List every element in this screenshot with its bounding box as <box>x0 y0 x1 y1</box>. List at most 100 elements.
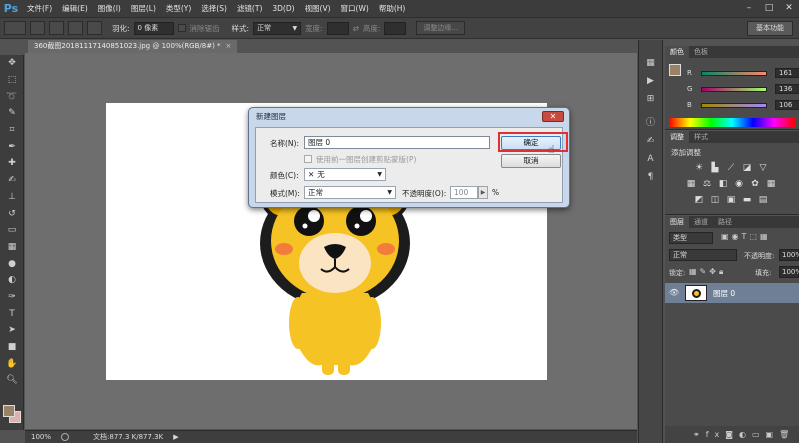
minimize-button[interactable]: – <box>739 0 759 17</box>
layer-name-input[interactable]: 图层 0 <box>304 136 490 149</box>
shape-tool-icon[interactable]: ■ <box>0 339 24 356</box>
menu-filter[interactable]: 滤镜(T) <box>232 0 267 17</box>
tab-layers[interactable]: 图层 <box>665 216 689 228</box>
bw-icon[interactable]: ◧ <box>715 178 731 190</box>
tab-swatches[interactable]: 色板 <box>689 46 713 58</box>
menu-help[interactable]: 帮助(H) <box>374 0 411 17</box>
blue-track[interactable] <box>701 102 767 108</box>
close-tab-icon[interactable]: × <box>226 42 232 50</box>
maximize-button[interactable]: □ <box>759 0 779 17</box>
info-icon[interactable] <box>61 433 70 441</box>
info-panel-icon[interactable]: ⓘ <box>639 114 662 132</box>
menu-select[interactable]: 选择(S) <box>196 0 232 17</box>
red-value[interactable]: 161 <box>775 68 799 78</box>
foreground-color-swatch[interactable] <box>3 405 15 417</box>
brush-panel-icon[interactable]: ✍ <box>639 132 662 150</box>
lock-icons[interactable]: ▦✎✥🔒︎ <box>689 267 726 277</box>
posterize-icon[interactable]: ◫ <box>707 194 723 206</box>
blue-value[interactable]: 106 <box>775 100 799 110</box>
history-brush-icon[interactable]: ↺ <box>0 205 24 222</box>
tab-adjustments[interactable]: 调整 <box>665 131 689 143</box>
photo-filter-icon[interactable]: ◉ <box>731 178 747 190</box>
properties-panel-icon[interactable]: ⊞ <box>639 90 662 108</box>
gradient-map-icon[interactable]: ▬ <box>739 194 755 206</box>
height-input[interactable] <box>384 21 407 35</box>
menu-view[interactable]: 视图(V) <box>300 0 336 17</box>
new-selection-icon[interactable] <box>30 21 45 35</box>
curves-icon[interactable]: ⟋ <box>723 162 739 174</box>
layer-actions-bar[interactable]: ⚭fx◙◐▭▣🗑︎ <box>665 426 799 443</box>
layer-row[interactable]: 👁︎ 图层 0 <box>665 283 799 303</box>
crop-tool-icon[interactable]: ⌗ <box>0 122 24 139</box>
refine-edge-button[interactable]: 调整边缘... <box>416 21 466 35</box>
layer-name[interactable]: 图层 0 <box>713 288 735 299</box>
zoom-level[interactable]: 100% <box>31 433 51 441</box>
add-selection-icon[interactable] <box>49 21 64 35</box>
green-value[interactable]: 136 <box>775 84 799 94</box>
move-tool-icon[interactable]: ✥ <box>0 55 24 72</box>
feather-input[interactable]: 0 像素 <box>133 21 174 35</box>
tab-color[interactable]: 颜色 <box>665 46 689 58</box>
workspace-button[interactable]: 基本功能 <box>747 21 793 36</box>
vibrance-icon[interactable]: ▽ <box>755 162 771 174</box>
selective-color-icon[interactable]: ▤ <box>755 194 771 206</box>
filter-icons[interactable]: ▣◉T⬚▦ <box>721 232 771 241</box>
cancel-button[interactable]: 取消 <box>501 154 561 168</box>
character-panel-icon[interactable]: A <box>639 150 662 168</box>
gradient-tool-icon[interactable]: ▦ <box>0 239 24 256</box>
lookup-icon[interactable]: ▦ <box>763 178 779 190</box>
panel-fg-swatch[interactable] <box>669 64 681 76</box>
opacity-input[interactable]: 100 <box>450 186 478 199</box>
hand-tool-icon[interactable]: ✋ <box>0 355 24 372</box>
zoom-tool-icon[interactable]: 🔍︎ <box>0 372 24 389</box>
tab-styles[interactable]: 样式 <box>689 131 713 143</box>
mode-select[interactable]: 正常 ▼ <box>304 186 396 199</box>
type-tool-icon[interactable]: T <box>0 305 24 322</box>
green-slider[interactable]: G 136 <box>687 84 799 94</box>
brush-tool-icon[interactable]: ✍ <box>0 172 24 189</box>
blend-mode-select[interactable]: 正常 <box>669 249 737 261</box>
path-select-icon[interactable]: ➤ <box>0 322 24 339</box>
channel-mixer-icon[interactable]: ✿ <box>747 178 763 190</box>
paragraph-panel-icon[interactable]: ¶ <box>639 168 662 186</box>
marquee-tool-icon[interactable]: ⬚ <box>0 72 24 89</box>
brightness-icon[interactable]: ☀ <box>691 162 707 174</box>
dialog-close-button[interactable]: ✕ <box>542 111 564 122</box>
color-spectrum[interactable] <box>669 118 795 127</box>
fill-input[interactable]: 100% <box>779 266 799 278</box>
history-panel-icon[interactable]: ▦ <box>639 54 662 72</box>
menu-type[interactable]: 类型(Y) <box>161 0 196 17</box>
menu-image[interactable]: 图像(I) <box>93 0 126 17</box>
menu-3d[interactable]: 3D(D) <box>267 0 299 17</box>
subtract-selection-icon[interactable] <box>68 21 83 35</box>
status-menu-arrow[interactable]: ▶ <box>173 433 178 441</box>
visibility-eye-icon[interactable]: 👁︎ <box>669 288 679 297</box>
menu-layer[interactable]: 图层(L) <box>126 0 161 17</box>
layer-opacity-input[interactable]: 100% <box>779 249 799 261</box>
color-select[interactable]: ✕ 无 ▼ <box>304 168 386 181</box>
swap-icon[interactable]: ⇄ <box>353 24 359 33</box>
green-track[interactable] <box>701 86 767 92</box>
exposure-icon[interactable]: ◪ <box>739 162 755 174</box>
pen-tool-icon[interactable]: ✑ <box>0 289 24 306</box>
eraser-tool-icon[interactable]: ▭ <box>0 222 24 239</box>
layer-kind-filter[interactable]: 类型 <box>669 232 713 244</box>
width-input[interactable] <box>326 21 349 35</box>
threshold-icon[interactable]: ▣ <box>723 194 739 206</box>
tab-paths[interactable]: 路径 <box>713 216 737 228</box>
opacity-dropdown-icon[interactable]: ▶ <box>478 186 488 199</box>
clip-mask-checkbox[interactable] <box>304 155 312 163</box>
hue-icon[interactable]: ▦ <box>683 178 699 190</box>
antialias-checkbox[interactable] <box>177 24 186 32</box>
balance-icon[interactable]: ⚖ <box>699 178 715 190</box>
stamp-tool-icon[interactable]: ⊥ <box>0 189 24 206</box>
eyedropper-tool-icon[interactable]: ✒ <box>0 138 24 155</box>
healing-tool-icon[interactable]: ✚ <box>0 155 24 172</box>
red-slider[interactable]: R 161 <box>687 68 799 78</box>
menu-window[interactable]: 窗口(W) <box>336 0 374 17</box>
menu-file[interactable]: 文件(F) <box>22 0 57 17</box>
blue-slider[interactable]: B 106 <box>687 100 799 110</box>
levels-icon[interactable]: ▙ <box>707 162 723 174</box>
invert-icon[interactable]: ◩ <box>691 194 707 206</box>
blur-tool-icon[interactable]: ● <box>0 255 24 272</box>
